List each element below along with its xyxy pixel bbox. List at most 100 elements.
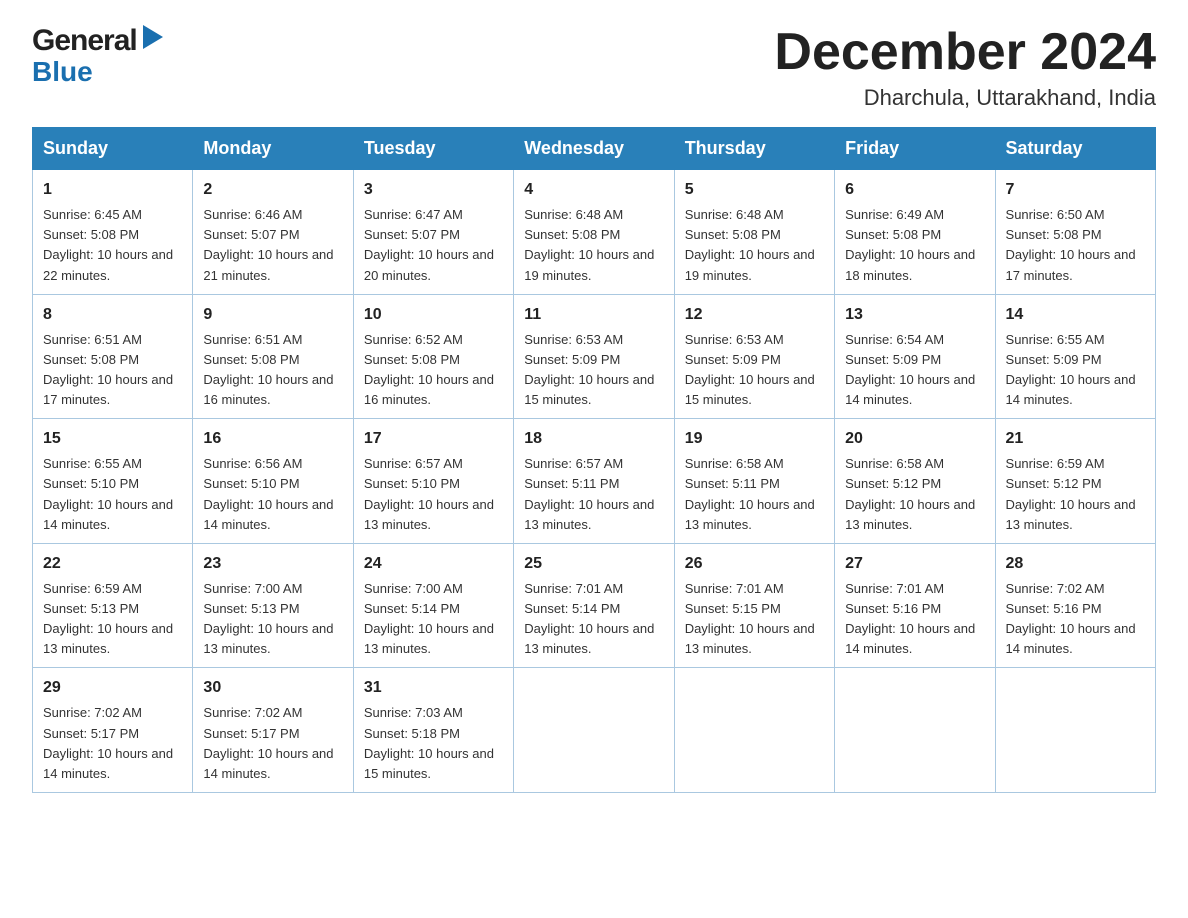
- day-info: Sunrise: 6:45 AMSunset: 5:08 PMDaylight:…: [43, 205, 182, 286]
- day-info: Sunrise: 6:49 AMSunset: 5:08 PMDaylight:…: [845, 205, 984, 286]
- day-number: 11: [524, 303, 663, 327]
- day-info: Sunrise: 6:58 AMSunset: 5:11 PMDaylight:…: [685, 454, 824, 535]
- calendar-cell: 7 Sunrise: 6:50 AMSunset: 5:08 PMDaylight…: [995, 170, 1155, 295]
- calendar-cell: 5 Sunrise: 6:48 AMSunset: 5:08 PMDaylight…: [674, 170, 834, 295]
- day-number: 19: [685, 427, 824, 451]
- logo: General Blue: [32, 24, 163, 86]
- day-number: 12: [685, 303, 824, 327]
- day-number: 4: [524, 178, 663, 202]
- day-info: Sunrise: 6:54 AMSunset: 5:09 PMDaylight:…: [845, 330, 984, 411]
- calendar-week-2: 8Sunrise: 6:51 AMSunset: 5:08 PMDaylight…: [33, 294, 1156, 419]
- day-number: 1: [43, 178, 182, 202]
- day-info: Sunrise: 7:01 AMSunset: 5:15 PMDaylight:…: [685, 579, 824, 660]
- day-number: 18: [524, 427, 663, 451]
- col-tuesday: Tuesday: [353, 128, 513, 170]
- day-info: Sunrise: 6:51 AMSunset: 5:08 PMDaylight:…: [43, 330, 182, 411]
- day-info: Sunrise: 6:46 AMSunset: 5:07 PMDaylight:…: [203, 205, 342, 286]
- calendar-week-4: 22Sunrise: 6:59 AMSunset: 5:13 PMDayligh…: [33, 543, 1156, 668]
- day-number: 3: [364, 178, 503, 202]
- day-info: Sunrise: 6:55 AMSunset: 5:09 PMDaylight:…: [1006, 330, 1145, 411]
- calendar-cell: 12Sunrise: 6:53 AMSunset: 5:09 PMDayligh…: [674, 294, 834, 419]
- calendar-cell: 28Sunrise: 7:02 AMSunset: 5:16 PMDayligh…: [995, 543, 1155, 668]
- calendar-cell: 2 Sunrise: 6:46 AMSunset: 5:07 PMDaylight…: [193, 170, 353, 295]
- calendar-cell: 26Sunrise: 7:01 AMSunset: 5:15 PMDayligh…: [674, 543, 834, 668]
- day-number: 21: [1006, 427, 1145, 451]
- calendar-cell: 20Sunrise: 6:58 AMSunset: 5:12 PMDayligh…: [835, 419, 995, 544]
- col-wednesday: Wednesday: [514, 128, 674, 170]
- day-info: Sunrise: 6:48 AMSunset: 5:08 PMDaylight:…: [685, 205, 824, 286]
- col-friday: Friday: [835, 128, 995, 170]
- day-info: Sunrise: 7:00 AMSunset: 5:13 PMDaylight:…: [203, 579, 342, 660]
- calendar-cell: 19 Sunrise: 6:58 AMSunset: 5:11 PMDayligh…: [674, 419, 834, 544]
- logo-triangle-icon: [139, 25, 163, 55]
- calendar-cell: 11 Sunrise: 6:53 AMSunset: 5:09 PMDayligh…: [514, 294, 674, 419]
- calendar-cell: 15Sunrise: 6:55 AMSunset: 5:10 PMDayligh…: [33, 419, 193, 544]
- calendar-cell: 10Sunrise: 6:52 AMSunset: 5:08 PMDayligh…: [353, 294, 513, 419]
- calendar-week-1: 1 Sunrise: 6:45 AMSunset: 5:08 PMDaylight…: [33, 170, 1156, 295]
- calendar-cell: 14 Sunrise: 6:55 AMSunset: 5:09 PMDayligh…: [995, 294, 1155, 419]
- day-number: 9: [203, 303, 342, 327]
- day-number: 5: [685, 178, 824, 202]
- day-info: Sunrise: 7:03 AMSunset: 5:18 PMDaylight:…: [364, 703, 503, 784]
- day-info: Sunrise: 6:47 AMSunset: 5:07 PMDaylight:…: [364, 205, 503, 286]
- calendar-cell: 17Sunrise: 6:57 AMSunset: 5:10 PMDayligh…: [353, 419, 513, 544]
- logo-blue: Blue: [32, 58, 93, 86]
- calendar-cell: [514, 668, 674, 793]
- day-number: 7: [1006, 178, 1145, 202]
- day-info: Sunrise: 6:59 AMSunset: 5:12 PMDaylight:…: [1006, 454, 1145, 535]
- col-sunday: Sunday: [33, 128, 193, 170]
- calendar-cell: [995, 668, 1155, 793]
- day-number: 6: [845, 178, 984, 202]
- calendar-week-3: 15Sunrise: 6:55 AMSunset: 5:10 PMDayligh…: [33, 419, 1156, 544]
- calendar-cell: 22Sunrise: 6:59 AMSunset: 5:13 PMDayligh…: [33, 543, 193, 668]
- calendar-cell: 21 Sunrise: 6:59 AMSunset: 5:12 PMDayligh…: [995, 419, 1155, 544]
- day-number: 24: [364, 552, 503, 576]
- calendar-cell: 1 Sunrise: 6:45 AMSunset: 5:08 PMDaylight…: [33, 170, 193, 295]
- calendar-cell: 8Sunrise: 6:51 AMSunset: 5:08 PMDaylight…: [33, 294, 193, 419]
- day-info: Sunrise: 7:00 AMSunset: 5:14 PMDaylight:…: [364, 579, 503, 660]
- day-info: Sunrise: 6:58 AMSunset: 5:12 PMDaylight:…: [845, 454, 984, 535]
- calendar-cell: 4 Sunrise: 6:48 AMSunset: 5:08 PMDaylight…: [514, 170, 674, 295]
- day-number: 14: [1006, 303, 1145, 327]
- day-number: 25: [524, 552, 663, 576]
- day-info: Sunrise: 7:01 AMSunset: 5:16 PMDaylight:…: [845, 579, 984, 660]
- day-number: 27: [845, 552, 984, 576]
- title-block: December 2024 Dharchula, Uttarakhand, In…: [774, 24, 1156, 111]
- day-number: 16: [203, 427, 342, 451]
- day-number: 17: [364, 427, 503, 451]
- day-info: Sunrise: 6:52 AMSunset: 5:08 PMDaylight:…: [364, 330, 503, 411]
- page-header: General Blue December 2024 Dharchula, Ut…: [32, 24, 1156, 111]
- day-info: Sunrise: 6:51 AMSunset: 5:08 PMDaylight:…: [203, 330, 342, 411]
- calendar-cell: 6 Sunrise: 6:49 AMSunset: 5:08 PMDaylight…: [835, 170, 995, 295]
- day-info: Sunrise: 7:02 AMSunset: 5:17 PMDaylight:…: [203, 703, 342, 784]
- day-info: Sunrise: 7:01 AMSunset: 5:14 PMDaylight:…: [524, 579, 663, 660]
- day-number: 28: [1006, 552, 1145, 576]
- day-number: 15: [43, 427, 182, 451]
- day-number: 13: [845, 303, 984, 327]
- col-thursday: Thursday: [674, 128, 834, 170]
- calendar-cell: 24 Sunrise: 7:00 AMSunset: 5:14 PMDayligh…: [353, 543, 513, 668]
- calendar-cell: [835, 668, 995, 793]
- calendar-week-5: 29Sunrise: 7:02 AMSunset: 5:17 PMDayligh…: [33, 668, 1156, 793]
- header-row: Sunday Monday Tuesday Wednesday Thursday…: [33, 128, 1156, 170]
- calendar-cell: 25 Sunrise: 7:01 AMSunset: 5:14 PMDayligh…: [514, 543, 674, 668]
- calendar-cell: 29Sunrise: 7:02 AMSunset: 5:17 PMDayligh…: [33, 668, 193, 793]
- day-info: Sunrise: 6:53 AMSunset: 5:09 PMDaylight:…: [524, 330, 663, 411]
- calendar-cell: 3 Sunrise: 6:47 AMSunset: 5:07 PMDaylight…: [353, 170, 513, 295]
- calendar-cell: 23 Sunrise: 7:00 AMSunset: 5:13 PMDayligh…: [193, 543, 353, 668]
- col-monday: Monday: [193, 128, 353, 170]
- day-number: 30: [203, 676, 342, 700]
- col-saturday: Saturday: [995, 128, 1155, 170]
- day-info: Sunrise: 6:48 AMSunset: 5:08 PMDaylight:…: [524, 205, 663, 286]
- day-number: 23: [203, 552, 342, 576]
- calendar-cell: 9 Sunrise: 6:51 AMSunset: 5:08 PMDaylight…: [193, 294, 353, 419]
- day-info: Sunrise: 6:50 AMSunset: 5:08 PMDaylight:…: [1006, 205, 1145, 286]
- location-title: Dharchula, Uttarakhand, India: [774, 85, 1156, 111]
- calendar-cell: 18Sunrise: 6:57 AMSunset: 5:11 PMDayligh…: [514, 419, 674, 544]
- calendar-cell: 13 Sunrise: 6:54 AMSunset: 5:09 PMDayligh…: [835, 294, 995, 419]
- calendar-cell: 31 Sunrise: 7:03 AMSunset: 5:18 PMDayligh…: [353, 668, 513, 793]
- day-info: Sunrise: 7:02 AMSunset: 5:17 PMDaylight:…: [43, 703, 182, 784]
- day-number: 2: [203, 178, 342, 202]
- day-number: 31: [364, 676, 503, 700]
- calendar-cell: [674, 668, 834, 793]
